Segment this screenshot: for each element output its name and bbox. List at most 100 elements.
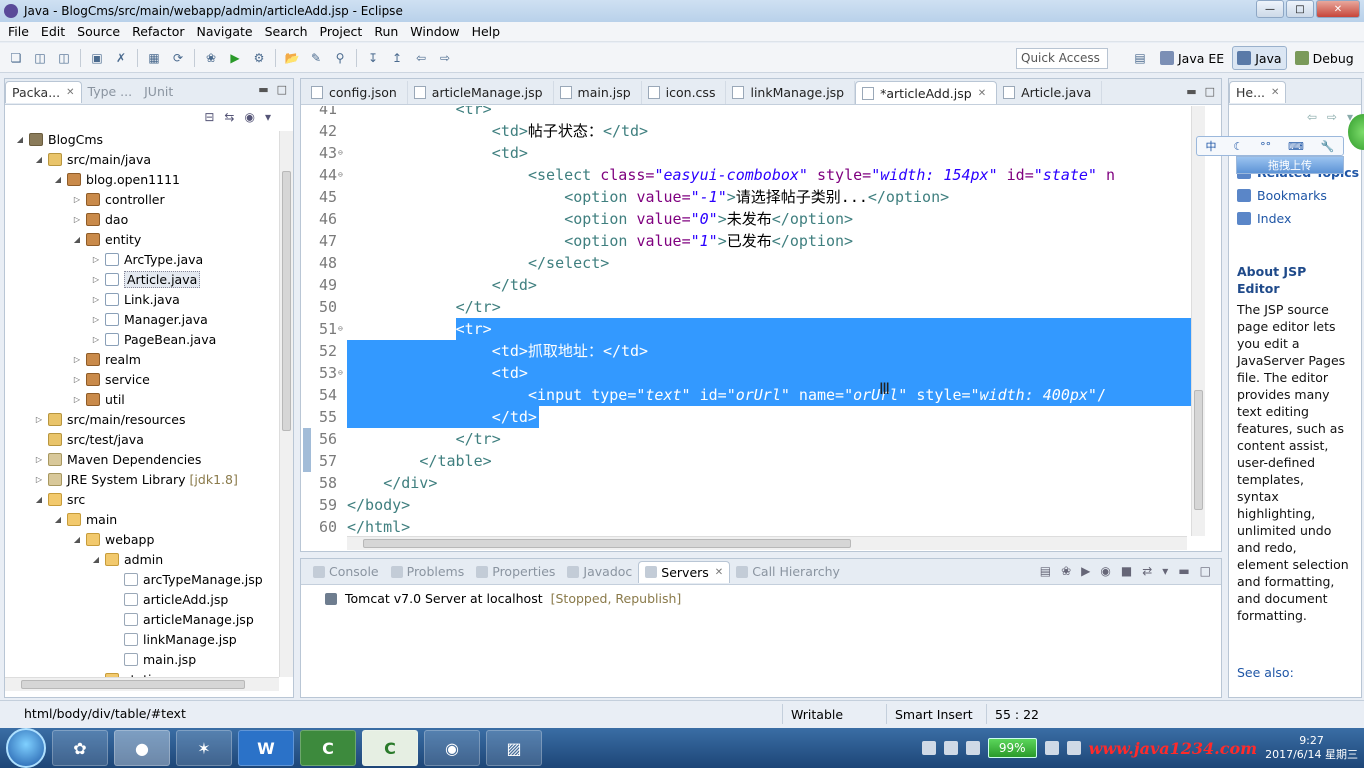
- back-icon[interactable]: ⇦: [412, 49, 430, 67]
- scroll-thumb[interactable]: [1194, 390, 1203, 510]
- fold-toggle-icon[interactable]: ⊖: [338, 164, 346, 186]
- bottom-tab[interactable]: Servers ✕: [638, 560, 731, 583]
- search-icon[interactable]: ⚲: [331, 49, 349, 67]
- collapsed-triangle-icon[interactable]: ▷: [72, 395, 82, 404]
- publish-icon[interactable]: ⇄: [1142, 564, 1152, 578]
- open-task-icon[interactable]: ✎: [307, 49, 325, 67]
- debug-server-icon[interactable]: ❀: [1061, 564, 1071, 578]
- tree-item[interactable]: ▷ Article.java: [5, 269, 279, 289]
- expanded-triangle-icon[interactable]: ◢: [34, 495, 44, 504]
- bottom-tab[interactable]: Console: [307, 561, 385, 583]
- tray-dots-icon[interactable]: [965, 741, 980, 755]
- menu-edit[interactable]: Edit: [35, 24, 71, 39]
- collapsed-triangle-icon[interactable]: ▷: [34, 455, 44, 464]
- expanded-triangle-icon[interactable]: ◢: [15, 135, 25, 144]
- expanded-triangle-icon[interactable]: ◢: [72, 535, 82, 544]
- back-icon[interactable]: ⇦: [1307, 110, 1317, 124]
- tree-item[interactable]: ▷ service: [5, 369, 279, 389]
- taskbar-app-dolphin-icon[interactable]: ✶: [176, 730, 232, 766]
- tree-item[interactable]: ▷ Manager.java: [5, 309, 279, 329]
- collapsed-triangle-icon[interactable]: ▷: [72, 215, 82, 224]
- editor-tab[interactable]: main.jsp: [554, 81, 642, 104]
- tree-item[interactable]: ▷ src/main/resources: [5, 409, 279, 429]
- wrench-icon[interactable]: 🔧: [1321, 140, 1335, 153]
- keyboard-icon[interactable]: ⌨: [1288, 140, 1304, 153]
- focus-icon[interactable]: ◉: [244, 110, 254, 124]
- open-type-icon[interactable]: 📂: [283, 49, 301, 67]
- punctuation-icon[interactable]: °°: [1260, 140, 1271, 153]
- ime-mode[interactable]: 中: [1205, 138, 1216, 154]
- close-icon[interactable]: ✕: [1271, 87, 1279, 98]
- expanded-triangle-icon[interactable]: ◢: [53, 175, 63, 184]
- maximize-button[interactable]: □: [1286, 0, 1314, 18]
- maximize-icon[interactable]: □: [1200, 564, 1211, 578]
- tree-item[interactable]: ▷ PageBean.java: [5, 329, 279, 349]
- menu-window[interactable]: Window: [404, 24, 465, 39]
- taskbar-app-camtasia-recorder-icon[interactable]: C: [362, 730, 418, 766]
- profile-server-icon[interactable]: ◉: [1100, 564, 1110, 578]
- debug-icon[interactable]: ❀: [202, 49, 220, 67]
- menu-project[interactable]: Project: [314, 24, 369, 39]
- tree-vertical-scrollbar[interactable]: [279, 131, 293, 677]
- tab-junit[interactable]: JUnit: [138, 81, 179, 103]
- battery-indicator[interactable]: 99%: [987, 738, 1037, 758]
- tree-item[interactable]: ▷ realm: [5, 349, 279, 369]
- prev-annotation-icon[interactable]: ↥: [388, 49, 406, 67]
- collapsed-triangle-icon[interactable]: ▷: [91, 315, 101, 324]
- minimize-icon[interactable]: ▬: [1178, 564, 1189, 578]
- collapse-all-icon[interactable]: ⊟: [204, 110, 214, 124]
- taskbar-app-word-icon[interactable]: W: [238, 730, 294, 766]
- view-menu-icon[interactable]: ▾: [265, 110, 271, 124]
- fold-toggle-icon[interactable]: ⊖: [338, 362, 346, 384]
- editor-vertical-scrollbar[interactable]: [1191, 106, 1205, 536]
- expanded-triangle-icon[interactable]: ◢: [53, 515, 63, 524]
- scroll-thumb[interactable]: [282, 171, 291, 431]
- tree-item[interactable]: ◢ main: [5, 509, 279, 529]
- quick-access-input[interactable]: Quick Access: [1016, 48, 1108, 69]
- tree-item[interactable]: ◢ blog.open1111: [5, 169, 279, 189]
- perspective-debug[interactable]: Debug: [1291, 46, 1358, 70]
- collapsed-triangle-icon[interactable]: ▷: [34, 475, 44, 484]
- network-icon[interactable]: [1066, 741, 1081, 755]
- collapsed-triangle-icon[interactable]: ▷: [72, 355, 82, 364]
- tree-item[interactable]: ▷ controller: [5, 189, 279, 209]
- bottom-tab[interactable]: Properties: [470, 561, 561, 583]
- see-also-link[interactable]: See also:: [1237, 665, 1294, 680]
- tree-item[interactable]: ◢ src: [5, 489, 279, 509]
- terminal-icon[interactable]: ▣: [88, 49, 106, 67]
- minimize-icon[interactable]: ▬: [258, 83, 268, 96]
- tree-item[interactable]: linkManage.jsp: [5, 629, 279, 649]
- tree-item[interactable]: articleManage.jsp: [5, 609, 279, 629]
- close-icon[interactable]: ✕: [66, 87, 74, 98]
- maximize-icon[interactable]: □: [1205, 85, 1215, 98]
- editor-tab[interactable]: articleManage.jsp: [408, 81, 554, 104]
- stop-server-icon[interactable]: ■: [1121, 564, 1132, 578]
- collapsed-triangle-icon[interactable]: ▷: [91, 275, 101, 284]
- scroll-thumb[interactable]: [363, 539, 851, 548]
- tree-item[interactable]: main.jsp: [5, 649, 279, 669]
- perspective-java-ee[interactable]: Java EE: [1156, 46, 1228, 70]
- tab-package-explorer[interactable]: Packa... ✕: [5, 80, 82, 103]
- start-server-icon[interactable]: ▶: [1081, 564, 1090, 578]
- tray-icon[interactable]: [921, 741, 936, 755]
- editor-tab[interactable]: config.json: [305, 81, 408, 104]
- fold-toggle-icon[interactable]: ⊖: [338, 318, 346, 340]
- menu-help[interactable]: Help: [466, 24, 507, 39]
- tab-help[interactable]: He... ✕: [1229, 80, 1287, 103]
- tree-item[interactable]: ◢ BlogCms: [5, 129, 279, 149]
- editor-tab[interactable]: *articleAdd.jsp ✕: [855, 81, 998, 104]
- tree-item[interactable]: arcTypeManage.jsp: [5, 569, 279, 589]
- collapsed-triangle-icon[interactable]: ▷: [91, 295, 101, 304]
- new-server-icon[interactable]: ▤: [1040, 564, 1051, 578]
- view-menu-icon[interactable]: ▾: [1162, 564, 1168, 578]
- tree-item[interactable]: articleAdd.jsp: [5, 589, 279, 609]
- ime-toolbar[interactable]: 中 ☾ °° ⌨ 🔧: [1196, 136, 1344, 156]
- index-link[interactable]: Index: [1237, 207, 1361, 230]
- bookmarks-link[interactable]: Bookmarks: [1237, 184, 1361, 207]
- menu-refactor[interactable]: Refactor: [126, 24, 190, 39]
- save-all-icon[interactable]: ◫: [55, 49, 73, 67]
- editor-tab[interactable]: linkManage.jsp: [726, 81, 856, 104]
- scroll-thumb[interactable]: [21, 680, 245, 689]
- open-perspective-icon[interactable]: ▤: [1131, 49, 1149, 67]
- tab-type-hierarchy[interactable]: Type ...: [82, 81, 139, 103]
